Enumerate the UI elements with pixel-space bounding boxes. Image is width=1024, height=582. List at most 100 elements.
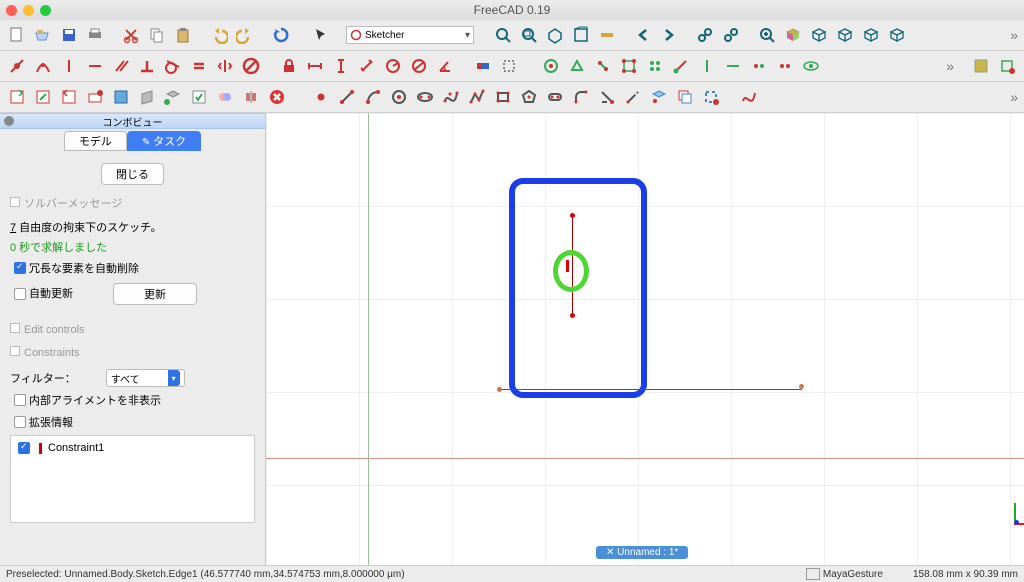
new-sketch-icon[interactable]	[6, 86, 28, 108]
zoomin-icon[interactable]	[756, 24, 778, 46]
construction-icon[interactable]	[700, 86, 722, 108]
carbon-copy-icon[interactable]	[996, 55, 1018, 77]
disty-icon[interactable]	[330, 55, 352, 77]
document-tab[interactable]: ✕ Unnamed : 1*	[596, 546, 688, 559]
link-all-icon[interactable]	[720, 24, 742, 46]
tab-task[interactable]: タスク	[127, 131, 201, 151]
bspline-degree-icon[interactable]	[738, 86, 760, 108]
draw-style-icon[interactable]	[544, 24, 566, 46]
copy-icon[interactable]	[146, 24, 168, 46]
view-sketch-icon[interactable]	[84, 86, 106, 108]
lock-icon[interactable]	[278, 55, 300, 77]
validate-icon[interactable]	[188, 86, 210, 108]
workbench-selector[interactable]: Sketcher ▾	[346, 26, 474, 44]
select-conflicting-icon[interactable]	[774, 55, 796, 77]
virtual-space-icon[interactable]	[970, 55, 992, 77]
toolbar-overflow-icon[interactable]: »	[946, 58, 954, 74]
point-on-icon[interactable]	[32, 55, 54, 77]
merge-icon[interactable]	[214, 86, 236, 108]
minimize-window-button[interactable]	[23, 5, 34, 16]
update-button[interactable]: 更新	[113, 283, 197, 305]
nav-style[interactable]: MayaGesture	[823, 569, 883, 580]
vertical-constraint-marker[interactable]	[566, 260, 569, 272]
bspline-icon[interactable]	[440, 86, 462, 108]
auto-remove-checkbox[interactable]	[14, 262, 26, 274]
angle-icon[interactable]	[434, 55, 456, 77]
select-vaxis-icon[interactable]	[696, 55, 718, 77]
edit-sketch-icon[interactable]	[32, 86, 54, 108]
measure-icon[interactable]	[596, 24, 618, 46]
refresh-icon[interactable]	[270, 24, 292, 46]
constraint1-checkbox[interactable]	[18, 442, 30, 454]
view-front-icon[interactable]	[808, 24, 830, 46]
show-constraints-icon[interactable]	[800, 55, 822, 77]
symmetric-icon[interactable]	[214, 55, 236, 77]
close-window-button[interactable]	[6, 5, 17, 16]
redo-icon[interactable]	[234, 24, 256, 46]
zoom-rect-icon[interactable]	[518, 24, 540, 46]
constraints-list[interactable]: Constraint1	[10, 435, 255, 523]
undo-icon[interactable]	[208, 24, 230, 46]
reorient-icon[interactable]	[162, 86, 184, 108]
sketch-point[interactable]	[799, 384, 804, 389]
nav-fwd-icon[interactable]	[658, 24, 680, 46]
select-redundant-icon[interactable]	[748, 55, 770, 77]
circle-icon[interactable]	[388, 86, 410, 108]
perpendicular-icon[interactable]	[136, 55, 158, 77]
sketch-point[interactable]	[570, 313, 575, 318]
select-haxis-icon[interactable]	[722, 55, 744, 77]
iso-icon[interactable]	[782, 24, 804, 46]
block-icon[interactable]	[240, 55, 262, 77]
fillet-icon[interactable]	[570, 86, 592, 108]
carbon-copy2-icon[interactable]	[674, 86, 696, 108]
view-rear-icon[interactable]	[886, 24, 908, 46]
new-icon[interactable]	[6, 24, 28, 46]
equal-icon[interactable]	[188, 55, 210, 77]
filter-select[interactable]: すべて▾	[106, 369, 185, 387]
cut-icon[interactable]	[120, 24, 142, 46]
bbox-icon[interactable]	[570, 24, 592, 46]
zoom-fit-icon[interactable]	[492, 24, 514, 46]
polyline-icon[interactable]	[466, 86, 488, 108]
horizontal-icon[interactable]	[84, 55, 106, 77]
close-button[interactable]: 閉じる	[101, 163, 164, 185]
open-icon[interactable]	[32, 24, 54, 46]
tab-model[interactable]: モデル	[64, 131, 127, 151]
print-icon[interactable]	[84, 24, 106, 46]
paste-icon[interactable]	[172, 24, 194, 46]
link-icon[interactable]	[694, 24, 716, 46]
hide-internal-checkbox[interactable]	[14, 394, 26, 406]
save-icon[interactable]	[58, 24, 80, 46]
distx-icon[interactable]	[304, 55, 326, 77]
toggle-constraint-icon[interactable]	[472, 55, 494, 77]
toolbar-overflow-icon[interactable]: »	[1010, 89, 1018, 105]
arc-icon[interactable]	[362, 86, 384, 108]
toolbar-overflow-icon[interactable]: »	[1010, 27, 1018, 43]
parallel-icon[interactable]	[110, 55, 132, 77]
close-shape-icon[interactable]	[566, 55, 588, 77]
stop-op-icon[interactable]	[266, 86, 288, 108]
zoom-window-button[interactable]	[40, 5, 51, 16]
mirror-icon[interactable]	[240, 86, 262, 108]
cursor-icon[interactable]	[310, 24, 332, 46]
radius-icon[interactable]	[382, 55, 404, 77]
extend-icon[interactable]	[622, 86, 644, 108]
nav-back-icon[interactable]	[632, 24, 654, 46]
dist-icon[interactable]	[356, 55, 378, 77]
slot-icon[interactable]	[544, 86, 566, 108]
leave-sketch-icon[interactable]	[58, 86, 80, 108]
auto-update-checkbox[interactable]	[14, 288, 26, 300]
nav-cube-icon[interactable]	[806, 568, 820, 580]
map-sketch-icon[interactable]	[136, 86, 158, 108]
rect-icon[interactable]	[492, 86, 514, 108]
viewport-3d[interactable]: ✕ Unnamed : 1*	[266, 113, 1024, 565]
sketch-point[interactable]	[570, 213, 575, 218]
select-origin-icon[interactable]	[670, 55, 692, 77]
line-icon[interactable]	[336, 86, 358, 108]
activate-constraint-icon[interactable]	[498, 55, 520, 77]
conic-icon[interactable]	[414, 86, 436, 108]
view-right-icon[interactable]	[860, 24, 882, 46]
select-dof-icon[interactable]	[540, 55, 562, 77]
coincident-icon[interactable]	[6, 55, 28, 77]
polygon-icon[interactable]	[518, 86, 540, 108]
